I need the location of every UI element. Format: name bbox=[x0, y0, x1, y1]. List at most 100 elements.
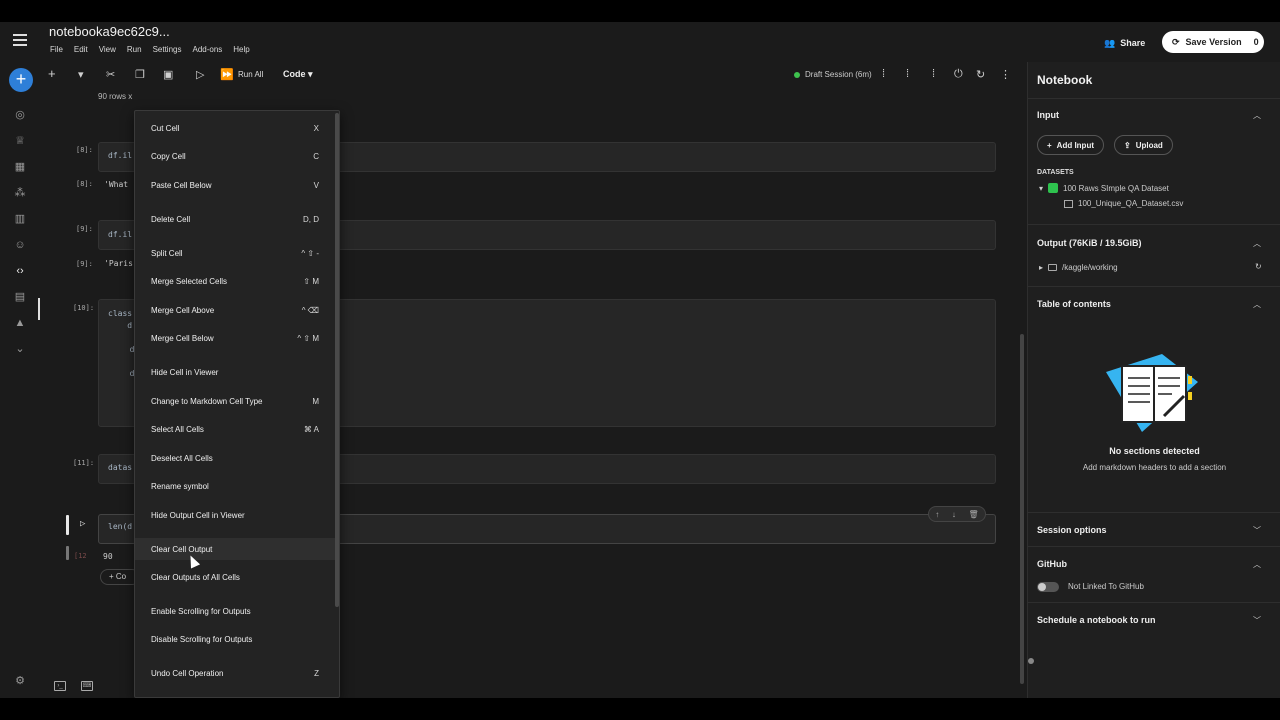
cell-type-select[interactable]: Code ▾ bbox=[283, 69, 313, 80]
hamburger-menu-icon[interactable] bbox=[13, 34, 27, 46]
ctx-merge-selected-cells[interactable]: Merge Selected Cells ⇧ M bbox=[135, 270, 335, 292]
dataset-file[interactable]: 100_Unique_QA_Dataset.csv bbox=[1064, 199, 1183, 208]
table-icon[interactable]: ▦ bbox=[13, 160, 27, 174]
move-up-icon[interactable]: ↑ bbox=[935, 510, 939, 519]
run-cell-icon[interactable]: ▷ bbox=[80, 519, 85, 529]
cell-type-label: Code bbox=[283, 69, 306, 79]
notebook-scrollbar[interactable] bbox=[1020, 334, 1024, 684]
menu-view[interactable]: View bbox=[99, 45, 116, 54]
models-icon[interactable]: ⁂ bbox=[13, 186, 27, 200]
ctx-cut-cell[interactable]: Cut Cell X bbox=[135, 117, 335, 139]
menu-add-ons[interactable]: Add-ons bbox=[192, 45, 222, 54]
run-all-icon[interactable]: ⏩ bbox=[220, 68, 234, 81]
session-options-header[interactable]: Session options bbox=[1037, 525, 1107, 535]
memory-icon[interactable]: ⁞ bbox=[932, 68, 935, 80]
ctx-rename-symbol[interactable]: Rename symbol bbox=[135, 475, 335, 497]
datasets-label: DATASETS bbox=[1037, 169, 1074, 176]
chart-icon[interactable]: ▥ bbox=[13, 212, 27, 226]
delete-icon[interactable]: 🗑 bbox=[969, 510, 979, 519]
run-icon[interactable]: ▷ bbox=[196, 68, 204, 81]
output-prompt: [9]: bbox=[76, 260, 93, 268]
cpu-icon[interactable]: ⁞ bbox=[882, 68, 885, 80]
restart-icon[interactable]: ↻ bbox=[976, 68, 985, 81]
upload-button[interactable]: ⇪ Upload bbox=[1114, 135, 1173, 155]
ctx-merge-cell-above[interactable]: Merge Cell Above ^ ⌫ bbox=[135, 299, 335, 321]
toc-section-header[interactable]: Table of contents bbox=[1037, 299, 1111, 309]
menu-file[interactable]: File bbox=[50, 45, 63, 54]
power-icon[interactable]: ⏻ bbox=[954, 68, 963, 81]
session-status[interactable]: Draft Session (6m) bbox=[794, 70, 872, 79]
cell-tools: ↑ ↓ 🗑 bbox=[928, 506, 986, 522]
ctx-disable-scrolling[interactable]: Disable Scrolling for Outputs bbox=[135, 628, 335, 650]
ctx-undo-cell-operation[interactable]: Undo Cell Operation Z bbox=[135, 662, 335, 684]
more-options-icon[interactable]: ⋮ bbox=[1000, 68, 1011, 81]
ctx-enable-scrolling[interactable]: Enable Scrolling for Outputs bbox=[135, 600, 335, 622]
chevron-down-icon[interactable]: ⌄ bbox=[13, 342, 27, 356]
ctx-shortcut: ^ ⌫ bbox=[301, 305, 319, 315]
add-input-button[interactable]: + Add Input bbox=[1037, 135, 1104, 155]
ctx-clear-cell-output[interactable]: Clear Cell Output bbox=[135, 538, 335, 560]
ctx-copy-cell[interactable]: Copy Cell C bbox=[135, 145, 335, 167]
cell-prompt: [10]: bbox=[73, 304, 95, 312]
settings-icon[interactable]: ⚙ bbox=[13, 674, 27, 688]
chevron-up-icon[interactable]: ︿ bbox=[1253, 110, 1261, 121]
keyboard-icon[interactable]: ⌨ bbox=[81, 681, 93, 691]
ctx-clear-all-outputs[interactable]: Clear Outputs of All Cells bbox=[135, 566, 335, 588]
dataset-icon bbox=[1048, 183, 1059, 193]
github-toggle[interactable] bbox=[1037, 582, 1059, 592]
menu-run[interactable]: Run bbox=[127, 45, 142, 54]
ctx-paste-cell-below[interactable]: Paste Cell Below V bbox=[135, 174, 335, 196]
discussion-icon[interactable]: ▤ bbox=[13, 290, 27, 304]
compass-icon[interactable]: ◎ bbox=[13, 108, 27, 122]
refresh-icon[interactable]: ↻ bbox=[1255, 262, 1262, 271]
chevron-up-icon[interactable]: ︿ bbox=[1253, 299, 1261, 310]
chevron-down-icon[interactable]: ﹀ bbox=[1253, 615, 1261, 626]
output-section-header[interactable]: Output (76KiB / 19.5GiB) bbox=[1037, 238, 1142, 248]
ctx-delete-cell[interactable]: Delete Cell D, D bbox=[135, 208, 335, 230]
ctx-deselect-all-cells[interactable]: Deselect All Cells bbox=[135, 447, 335, 469]
learn-icon[interactable]: ▲ bbox=[13, 316, 27, 330]
paste-icon[interactable]: ▣ bbox=[163, 68, 173, 81]
gpu-icon[interactable]: ⁞ bbox=[906, 68, 909, 80]
schedule-section-header[interactable]: Schedule a notebook to run bbox=[1037, 615, 1156, 625]
menu-settings[interactable]: Settings bbox=[153, 45, 182, 54]
share-button[interactable]: 👥 Share bbox=[1104, 33, 1145, 53]
terminal-icon[interactable]: ›_ bbox=[54, 681, 66, 691]
ctx-split-cell[interactable]: Split Cell ^ ⇧ - bbox=[135, 242, 335, 264]
menu-edit[interactable]: Edit bbox=[74, 45, 88, 54]
ctx-hide-output-cell[interactable]: Hide Output Cell in Viewer bbox=[135, 504, 335, 526]
no-sections-subtitle: Add markdown headers to add a section bbox=[1082, 463, 1227, 472]
ctx-merge-cell-below[interactable]: Merge Cell Below ^ ⇧ M bbox=[135, 327, 335, 349]
ctx-select-all-cells[interactable]: Select All Cells ⌘ A bbox=[135, 418, 335, 440]
ctx-change-to-markdown[interactable]: Change to Markdown Cell Type M bbox=[135, 390, 335, 412]
panel-resize-handle[interactable] bbox=[1028, 658, 1034, 664]
ctx-label: Undo Cell Operation bbox=[151, 668, 224, 678]
trophy-icon[interactable]: ♕ bbox=[13, 134, 27, 148]
right-panel: Notebook Input ︿ + Add Input ⇪ Upload DA… bbox=[1027, 62, 1280, 698]
chevron-up-icon[interactable]: ︿ bbox=[1253, 559, 1261, 570]
robot-icon[interactable]: ☺ bbox=[13, 238, 27, 252]
code-icon[interactable]: ‹› bbox=[13, 264, 27, 278]
chevron-up-icon[interactable]: ︿ bbox=[1253, 238, 1261, 249]
notebook-title[interactable]: notebooka9ec62c9... bbox=[49, 24, 170, 39]
dataset-item[interactable]: ▾ 100 Raws SImple QA Dataset bbox=[1039, 183, 1169, 193]
context-menu-scrollbar[interactable] bbox=[335, 113, 339, 607]
cut-icon[interactable]: ✂ bbox=[106, 68, 115, 81]
ctx-hide-cell-in-viewer[interactable]: Hide Cell in Viewer bbox=[135, 361, 335, 383]
dataset-file-name: 100_Unique_QA_Dataset.csv bbox=[1078, 199, 1184, 208]
output-folder[interactable]: ▸ /kaggle/working bbox=[1039, 263, 1118, 272]
chevron-down-icon[interactable]: ﹀ bbox=[1253, 525, 1261, 536]
save-version-button[interactable]: ⟳ Save Version 0 bbox=[1162, 31, 1264, 53]
ctx-label: Rename symbol bbox=[151, 481, 209, 491]
add-cell-icon[interactable]: + bbox=[48, 66, 56, 81]
github-section-header[interactable]: GitHub bbox=[1037, 559, 1067, 569]
ctx-shortcut: D, D bbox=[303, 214, 319, 224]
create-plus-icon[interactable]: + bbox=[9, 68, 33, 92]
run-all-button[interactable]: Run All bbox=[238, 70, 263, 79]
input-section-header[interactable]: Input bbox=[1037, 110, 1059, 120]
chevron-down-icon[interactable]: ▾ bbox=[78, 68, 84, 81]
menu-help[interactable]: Help bbox=[233, 45, 249, 54]
copy-icon[interactable]: ❐ bbox=[135, 68, 145, 81]
move-down-icon[interactable]: ↓ bbox=[952, 510, 956, 519]
cell-output: 90 bbox=[103, 552, 113, 561]
